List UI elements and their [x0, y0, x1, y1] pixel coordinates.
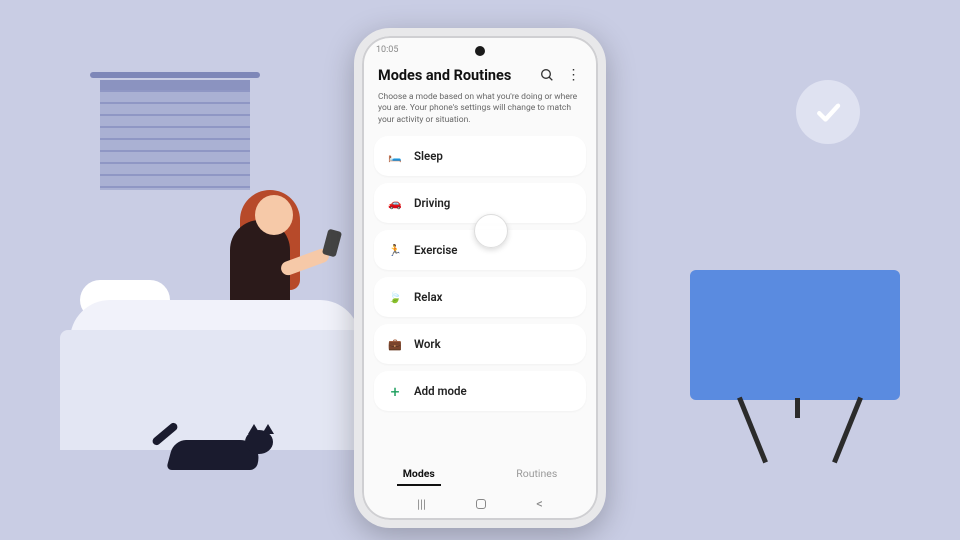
mode-label: Driving — [414, 196, 450, 210]
app-header: Modes and Routines ⋮ — [362, 60, 598, 88]
modes-list: 🛏️ Sleep 🚗 Driving 🏃 Exercise 🍃 Relax 💼 … — [362, 136, 598, 455]
car-icon: 🚗 — [386, 194, 404, 212]
page-description: Choose a mode based on what you're doing… — [362, 88, 598, 136]
decor-tv-leg — [737, 397, 768, 464]
mode-item-sleep[interactable]: 🛏️ Sleep — [374, 136, 586, 176]
tab-routines[interactable]: Routines — [510, 463, 563, 486]
add-mode-button[interactable]: + Add mode — [374, 371, 586, 411]
phone-camera-cutout — [475, 46, 485, 56]
mode-item-work[interactable]: 💼 Work — [374, 324, 586, 364]
more-vertical-icon: ⋮ — [567, 68, 580, 82]
more-options-button[interactable]: ⋮ — [564, 66, 582, 84]
tab-modes[interactable]: Modes — [397, 463, 441, 486]
search-icon — [539, 67, 555, 83]
mode-label: Work — [414, 337, 441, 351]
decor-tv-pole — [795, 398, 800, 418]
mode-item-relax[interactable]: 🍃 Relax — [374, 277, 586, 317]
search-button[interactable] — [538, 66, 556, 84]
bed-icon: 🛏️ — [386, 147, 404, 165]
nav-recents-button[interactable]: ||| — [417, 497, 426, 511]
mode-item-driving[interactable]: 🚗 Driving — [374, 183, 586, 223]
decor-cat — [150, 420, 280, 480]
decor-person-head — [255, 195, 293, 235]
decor-tv-leg — [832, 397, 863, 464]
decor-window-blind — [100, 80, 250, 190]
phone-frame: 10:05 Modes and Routines ⋮ Choose a mode… — [354, 28, 606, 528]
add-mode-label: Add mode — [414, 384, 467, 398]
briefcase-icon: 💼 — [386, 335, 404, 353]
decor-handheld-phone — [322, 229, 342, 258]
decor-window-rod — [90, 72, 260, 78]
nav-home-button[interactable] — [476, 499, 486, 509]
checkmark-icon — [813, 97, 843, 127]
running-icon: 🏃 — [386, 241, 404, 259]
status-time: 10:05 — [376, 45, 398, 55]
decor-clock — [796, 80, 860, 144]
mode-label: Relax — [414, 290, 442, 304]
system-nav-bar: ||| < — [362, 492, 598, 520]
bottom-tabs: Modes Routines — [362, 455, 598, 492]
decor-tv — [690, 270, 900, 400]
page-title: Modes and Routines — [378, 67, 530, 84]
nav-back-button[interactable]: < — [536, 497, 543, 512]
leaf-icon: 🍃 — [386, 288, 404, 306]
mode-label: Exercise — [414, 243, 458, 257]
mode-item-exercise[interactable]: 🏃 Exercise — [374, 230, 586, 270]
mode-label: Sleep — [414, 149, 443, 163]
plus-icon: + — [386, 382, 404, 400]
